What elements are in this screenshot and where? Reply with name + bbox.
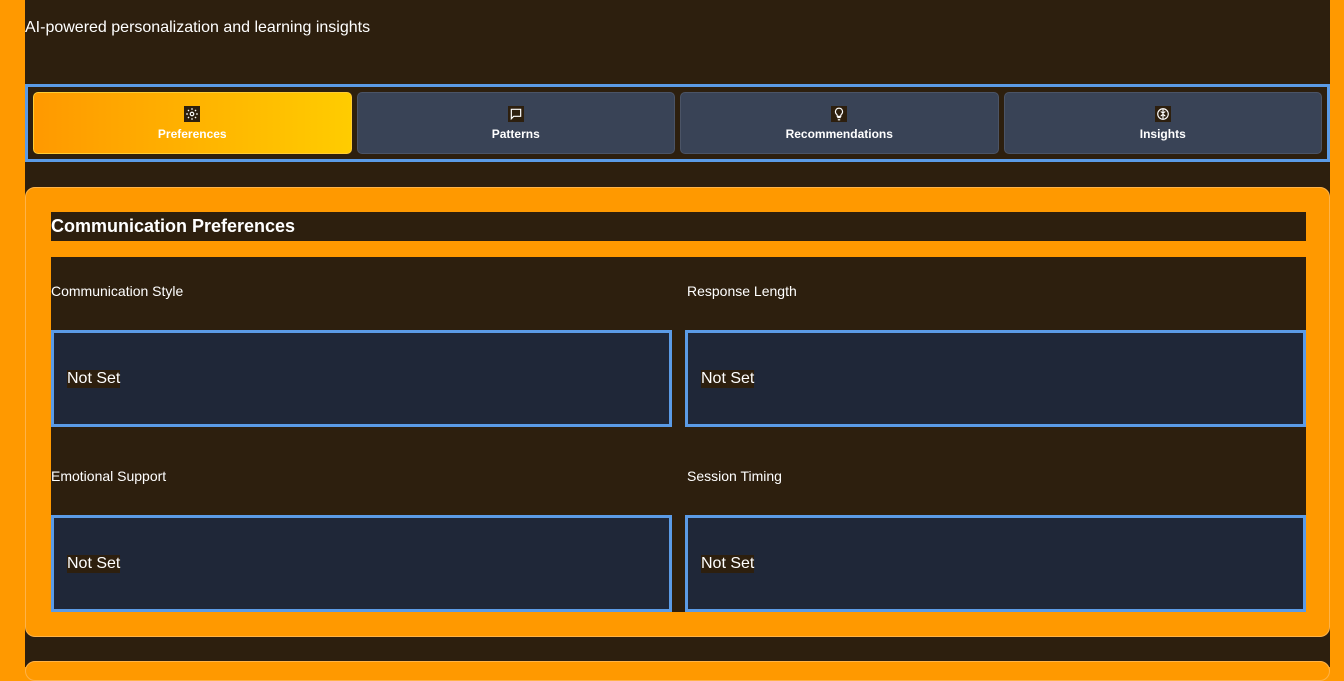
response-length-field[interactable]: Not Set: [685, 330, 1306, 427]
field-value: Not Set: [701, 555, 755, 573]
tab-insights[interactable]: Insights: [1003, 92, 1322, 154]
field-value: Not Set: [701, 370, 755, 388]
tab-preferences[interactable]: Preferences: [33, 92, 352, 154]
field-value: Not Set: [67, 555, 121, 573]
communication-style-field[interactable]: Not Set: [51, 330, 672, 427]
gear-icon: [184, 105, 201, 122]
chat-bubble-icon: [507, 105, 524, 122]
tab-patterns[interactable]: Patterns: [356, 92, 675, 154]
tab-bar: Preferences Patterns Recommendations Ins…: [25, 84, 1330, 162]
field-value: Not Set: [67, 370, 121, 388]
preferences-grid: Communication Style Not Set Response Len…: [51, 257, 1306, 612]
lightbulb-icon: [831, 105, 848, 122]
main-page: AI-powered personalization and learning …: [25, 0, 1330, 681]
tab-label: Preferences: [157, 126, 227, 141]
field-label-communication-style: Communication Style: [51, 283, 184, 299]
field-label-emotional-support: Emotional Support: [51, 468, 167, 484]
tab-label: Insights: [1139, 126, 1186, 141]
emotional-support-field[interactable]: Not Set: [51, 515, 672, 612]
next-card: [25, 661, 1330, 681]
session-timing-field[interactable]: Not Set: [685, 515, 1306, 612]
page-subtitle: AI-powered personalization and learning …: [25, 19, 371, 36]
tab-label: Patterns: [491, 126, 540, 141]
preferences-card: Communication Preferences Communication …: [25, 187, 1330, 637]
field-label-session-timing: Session Timing: [687, 468, 782, 484]
section-title: Communication Preferences: [51, 212, 1306, 241]
tab-recommendations[interactable]: Recommendations: [680, 92, 999, 154]
brain-icon: [1154, 105, 1171, 122]
field-label-response-length: Response Length: [687, 283, 797, 299]
tab-label: Recommendations: [785, 126, 893, 141]
